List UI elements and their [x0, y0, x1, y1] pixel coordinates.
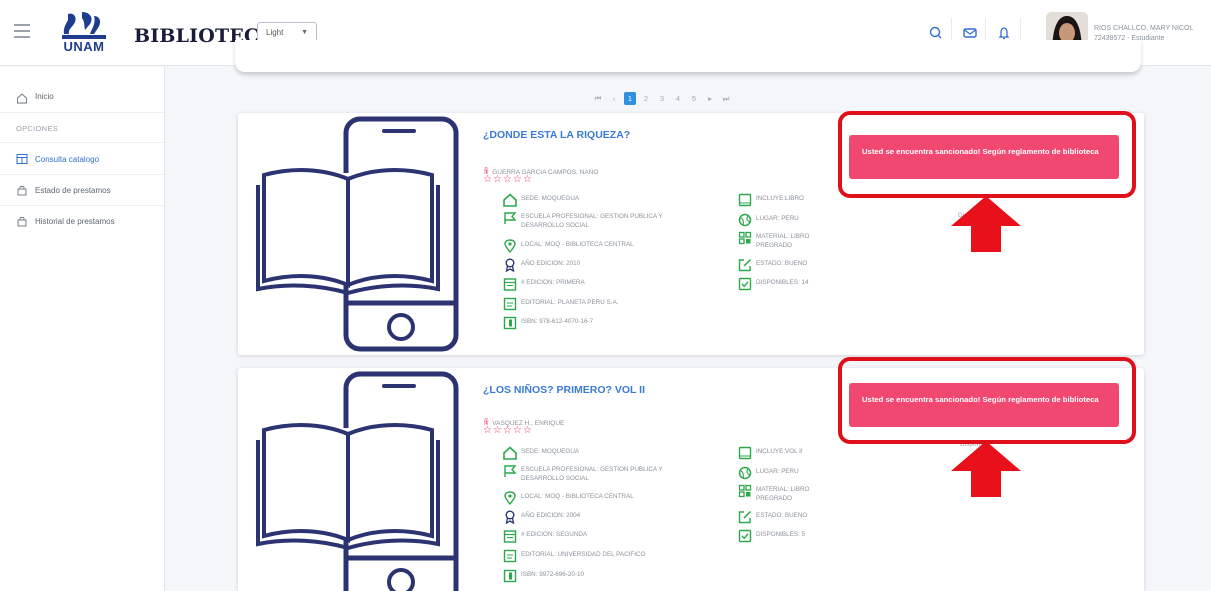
- tablet-icon: [738, 193, 752, 207]
- highlight-outline: [838, 111, 1136, 198]
- arrow-up-icon: [951, 196, 1021, 252]
- grid-icon: [738, 484, 752, 498]
- sidebar-divider: [0, 112, 165, 113]
- detail-text: LOCAL: MOQ - BIBLIOTECA CENTRAL: [521, 493, 634, 500]
- checkbox-icon: [738, 529, 752, 543]
- globe-icon: [738, 466, 752, 480]
- sidebar-item-historial-prestamos[interactable]: Historial de prestamos: [0, 206, 165, 236]
- detail-text: ESCUELA PROFESIONAL: GESTION PUBLICA Y D…: [521, 466, 663, 482]
- lock-icon: [17, 216, 27, 227]
- grid-icon: [738, 231, 752, 245]
- detail-text: AÑO EDICION: 2004: [521, 512, 581, 519]
- pagination-last[interactable]: ⏭: [720, 92, 732, 105]
- calendar-icon: [503, 530, 517, 543]
- detail-text: ESTADO: BUENO: [756, 512, 808, 519]
- checkbox-icon: [738, 277, 752, 291]
- menu-icon[interactable]: [14, 24, 30, 38]
- rating-stars[interactable]: ☆☆☆☆☆: [483, 425, 533, 436]
- detail-text: LUGAR: PERU: [756, 215, 799, 222]
- pagination-page[interactable]: 5: [688, 92, 700, 105]
- pagination-page[interactable]: 4: [672, 92, 684, 105]
- arrow-up-icon: [951, 441, 1021, 497]
- pagination-prev[interactable]: ‹: [608, 92, 620, 105]
- lock-icon: [17, 185, 27, 196]
- book-placeholder-image: [256, 116, 459, 352]
- detail-text: SEDE: MOQUEGUA: [521, 195, 580, 202]
- flag-icon: [504, 212, 517, 224]
- detail-text: EDITORIAL: PLANETA PERU S.A.: [521, 299, 619, 306]
- sidebar-item-inicio[interactable]: Inicio: [0, 83, 165, 113]
- table-icon: [16, 154, 28, 164]
- pagination-first[interactable]: ⏮: [592, 92, 604, 105]
- detail-text: # EDICION: SEGUNDA: [521, 531, 588, 538]
- home-icon: [503, 446, 517, 460]
- sidebar-divider: [0, 142, 165, 143]
- detail-text: AÑO EDICION: 2010: [521, 260, 581, 267]
- calendar-icon: [503, 278, 517, 291]
- detail-text: MATERIAL: LIBRO PREGRADO: [756, 486, 810, 502]
- detail-text: ESCUELA PROFESIONAL: GESTION PUBLICA Y D…: [521, 213, 663, 229]
- detail-text: ESTADO: BUENO: [756, 260, 808, 267]
- unam-logo: UNAM: [54, 10, 114, 58]
- detail-text: LOCAL: MOQ - BIBLIOTECA CENTRAL: [521, 241, 634, 248]
- sidebar-item-label: Historial de prestamos: [35, 217, 115, 226]
- logo-text: UNAM: [63, 39, 105, 54]
- detail-text: INCLUYE:VOL II: [756, 448, 803, 455]
- theme-select-value: Light: [266, 28, 284, 37]
- book-title-link[interactable]: ¿DONDE ESTA LA RIQUEZA?: [483, 129, 630, 141]
- book-placeholder-image: [256, 371, 459, 591]
- book-title-link[interactable]: ¿LOS NIÑOS? PRIMERO? VOL II: [483, 384, 645, 396]
- rating-stars[interactable]: ☆☆☆☆☆: [483, 174, 533, 185]
- location-icon: [504, 491, 516, 505]
- edit-icon: [738, 258, 752, 272]
- award-icon: [505, 510, 515, 524]
- detail-text: DISPONIBLES: 5: [756, 531, 805, 538]
- pagination-page[interactable]: 3: [656, 92, 668, 105]
- chevron-down-icon: ▼: [301, 29, 308, 36]
- sidebar-section-title: OPCIONES: [16, 124, 58, 133]
- edit-icon: [738, 510, 752, 524]
- detail-text: ISBN: 978-612-4070-16-7: [521, 318, 594, 325]
- detail-text: DISPONIBLES: 14: [756, 279, 809, 286]
- sidebar-item-estado-prestamos[interactable]: Estado de prestamos: [0, 175, 165, 205]
- sidebar-item-label: Inicio: [35, 92, 54, 101]
- detail-text: # EDICION: PRIMERA: [521, 279, 585, 286]
- search-card-bottom: [235, 40, 1141, 72]
- sidebar: Inicio OPCIONES Consulta catalogo Estado…: [0, 67, 165, 591]
- detail-text: ISBN: 9972-696-20-10: [521, 571, 585, 578]
- barcode-icon: [503, 316, 517, 330]
- home-icon: [17, 93, 27, 104]
- barcode-icon: [503, 569, 517, 583]
- flag-icon: [504, 465, 517, 477]
- highlight-outline: [838, 357, 1136, 444]
- detail-text: LUGAR: PERU: [756, 468, 799, 475]
- home-icon: [503, 193, 517, 207]
- pagination-page[interactable]: 2: [640, 92, 652, 105]
- detail-text: MATERIAL: LIBRO PREGRADO: [756, 233, 810, 249]
- tablet-icon: [738, 446, 752, 460]
- sidebar-item-label: Estado de prestamos: [35, 186, 111, 195]
- user-name: RIOS CHALLCO, MARY NICOL: [1094, 25, 1194, 32]
- sidebar-item-label: Consulta catalogo: [35, 155, 100, 164]
- pagination-page[interactable]: 1: [624, 92, 636, 105]
- document-icon: [503, 549, 517, 563]
- sidebar-item-consulta-catalogo[interactable]: Consulta catalogo: [0, 144, 165, 174]
- document-icon: [503, 297, 517, 311]
- award-icon: [505, 258, 515, 272]
- pagination-next[interactable]: ▸: [704, 92, 716, 105]
- location-icon: [504, 239, 516, 253]
- detail-text: EDITORIAL: UNIVERSIDAD DEL PACIFICO: [521, 551, 646, 558]
- detail-text: SEDE: MOQUEGUA: [521, 448, 580, 455]
- globe-icon: [738, 213, 752, 227]
- pagination: ⏮ ‹ 1 2 3 4 5 ▸ ⏭: [592, 92, 736, 106]
